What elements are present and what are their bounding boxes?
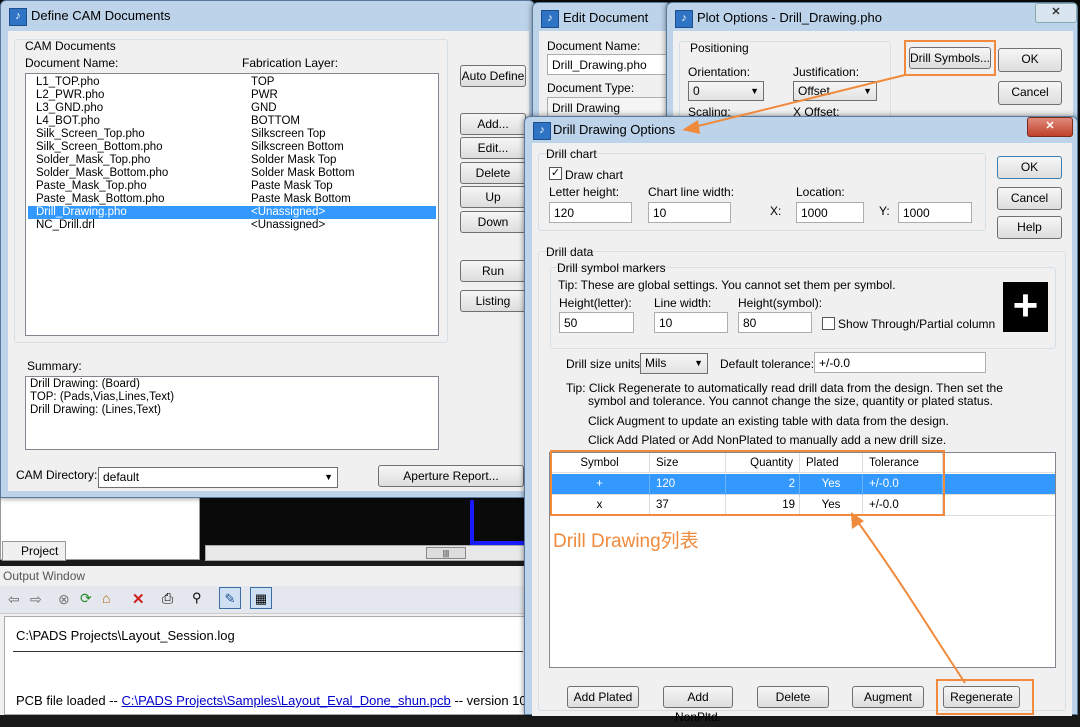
arrow-to-dialog [689,74,906,129]
arrow-to-table [854,517,966,684]
annotation-arrows [682,74,966,684]
arrow-head-dialog [682,120,700,134]
